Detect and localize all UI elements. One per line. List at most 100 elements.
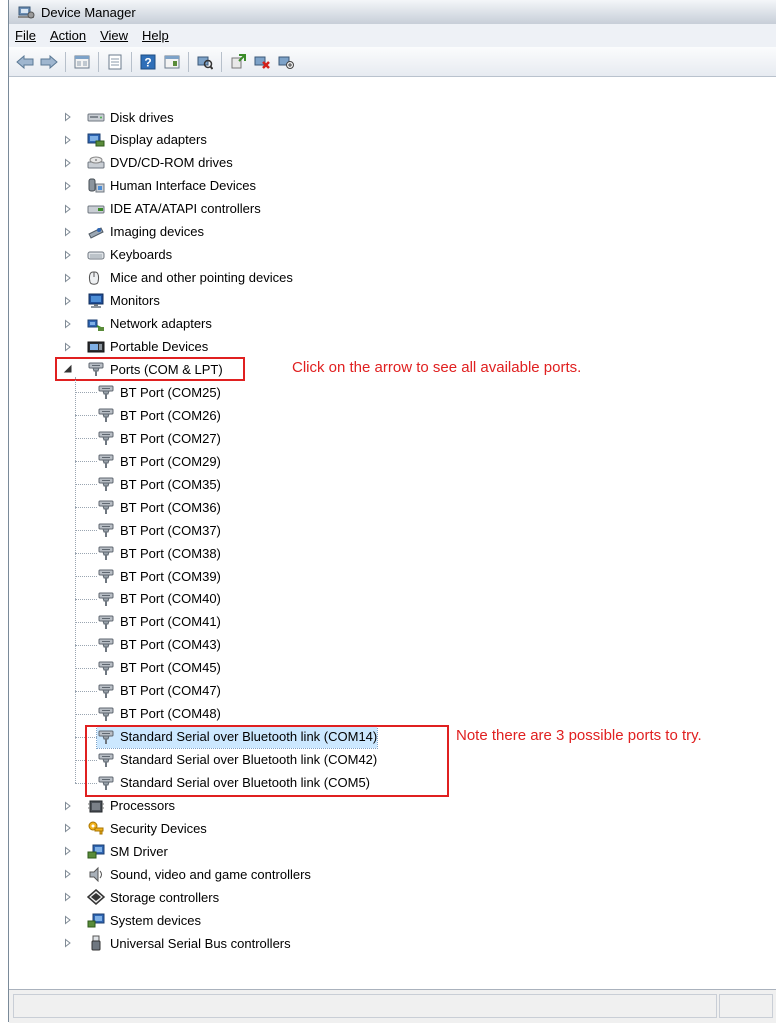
category-row[interactable]: SM Driver [63,840,168,862]
category-row[interactable]: IDE ATA/ATAPI controllers [63,198,261,220]
svg-text:?: ? [144,55,151,69]
expand-arrow-icon[interactable] [63,181,73,191]
tree-connector [75,644,97,646]
serial-ports-highlight-box [85,724,449,798]
menu-view[interactable]: View [94,28,136,43]
category-row[interactable]: System devices [63,909,201,931]
forward-button[interactable] [38,51,60,73]
view-button[interactable] [104,51,126,73]
properties-button[interactable] [71,51,93,73]
port-label: BT Port (COM37) [120,522,221,538]
category-row[interactable]: Display adapters [63,129,207,151]
port-row[interactable]: BT Port (COM35) [97,473,221,495]
port-icon [98,661,114,675]
menu-help[interactable]: Help [136,28,177,43]
status-bar [9,989,776,1023]
tree-connector [75,415,97,417]
port-label: BT Port (COM45) [120,660,221,676]
category-row[interactable]: Human Interface Devices [63,175,256,197]
device-tree[interactable]: Disk drives Display adapters DVD/CD-ROM dr… [9,78,776,989]
expand-arrow-icon[interactable] [63,112,73,122]
category-row[interactable]: Disk drives [63,106,174,128]
port-row[interactable]: BT Port (COM26) [97,404,221,426]
port-label: BT Port (COM39) [120,568,221,584]
category-label: Security Devices [110,820,207,836]
port-row[interactable]: BT Port (COM40) [97,588,221,610]
storage-controller-icon [87,889,105,906]
expand-arrow-icon[interactable] [63,273,73,283]
tree-connector [75,530,97,532]
category-row[interactable]: Portable Devices [63,336,208,358]
forward-icon [40,54,58,69]
port-label: BT Port (COM29) [120,453,221,469]
port-icon [98,592,114,606]
expand-arrow-icon[interactable] [63,892,73,902]
port-icon [98,500,114,515]
category-label: Network adapters [110,316,212,332]
port-row[interactable]: BT Port (COM43) [97,634,221,656]
network-adapter-icon [87,319,104,331]
expand-arrow-icon[interactable] [63,915,73,925]
category-row[interactable]: Storage controllers [63,886,219,908]
category-row[interactable]: Mice and other pointing devices [63,267,293,289]
category-row[interactable]: Monitors [63,290,160,312]
port-label: BT Port (COM48) [120,706,221,722]
expand-arrow-icon[interactable] [63,204,73,214]
category-label: Mice and other pointing devices [110,270,293,286]
port-row[interactable]: BT Port (COM25) [97,381,221,403]
disable-button[interactable] [275,51,297,73]
port-row[interactable]: BT Port (COM27) [97,427,221,449]
menu-action[interactable]: Action [44,28,94,43]
category-row[interactable]: Imaging devices [63,221,204,243]
expand-arrow-icon[interactable] [63,250,73,260]
port-label: BT Port (COM27) [120,430,221,446]
category-row[interactable]: DVD/CD-ROM drives [63,152,233,174]
port-row[interactable]: BT Port (COM38) [97,542,221,564]
tree-connector [75,553,97,555]
tree-connector [75,507,97,509]
back-button[interactable] [14,51,36,73]
port-row[interactable]: BT Port (COM47) [97,680,221,702]
category-row[interactable]: Keyboards [63,244,172,266]
expand-arrow-icon[interactable] [63,135,73,145]
expand-arrow-icon[interactable] [63,341,73,352]
category-row[interactable]: Sound, video and game controllers [63,863,311,885]
expand-arrow-icon[interactable] [63,846,73,856]
expand-arrow-icon[interactable] [63,296,73,306]
menu-file[interactable]: File [9,28,44,43]
port-row[interactable]: BT Port (COM29) [97,450,221,472]
category-row[interactable]: Universal Serial Bus controllers [63,932,291,954]
title-bar[interactable]: Device Manager [9,0,776,25]
uninstall-button[interactable] [251,51,273,73]
expand-arrow-icon[interactable] [63,823,73,833]
expand-arrow-icon[interactable] [63,869,73,879]
details-button[interactable] [161,51,183,73]
category-row[interactable]: Processors [63,795,175,817]
expand-arrow-icon[interactable] [63,800,73,811]
port-row[interactable]: BT Port (COM36) [97,496,221,518]
expand-arrow-icon[interactable] [63,938,73,948]
port-label: BT Port (COM38) [120,545,221,561]
category-row[interactable]: Network adapters [63,313,212,335]
port-icon [98,569,114,583]
serial-ports-annotation: Note there are 3 possible ports to try. [456,726,702,744]
expand-arrow-icon[interactable] [63,158,73,168]
ports-annotation: Click on the arrow to see all available … [292,359,582,377]
category-row[interactable]: Security Devices [63,817,207,839]
usb-icon [91,935,101,951]
category-label: DVD/CD-ROM drives [110,155,233,171]
expand-arrow-icon[interactable] [63,319,73,329]
port-row[interactable]: BT Port (COM45) [97,657,221,679]
back-icon [16,54,34,69]
details-icon [164,55,180,68]
port-row[interactable]: BT Port (COM41) [97,611,221,633]
scan-hardware-button[interactable] [194,51,216,73]
update-driver-button[interactable] [227,51,249,73]
port-row[interactable]: BT Port (COM39) [97,565,221,587]
expand-arrow-icon[interactable] [63,227,73,237]
toolbar-separator [221,51,222,72]
toolbar-separator [65,51,66,72]
port-row[interactable]: BT Port (COM48) [97,703,221,725]
port-row[interactable]: BT Port (COM37) [97,519,221,541]
help-button[interactable]: ? [137,51,159,73]
